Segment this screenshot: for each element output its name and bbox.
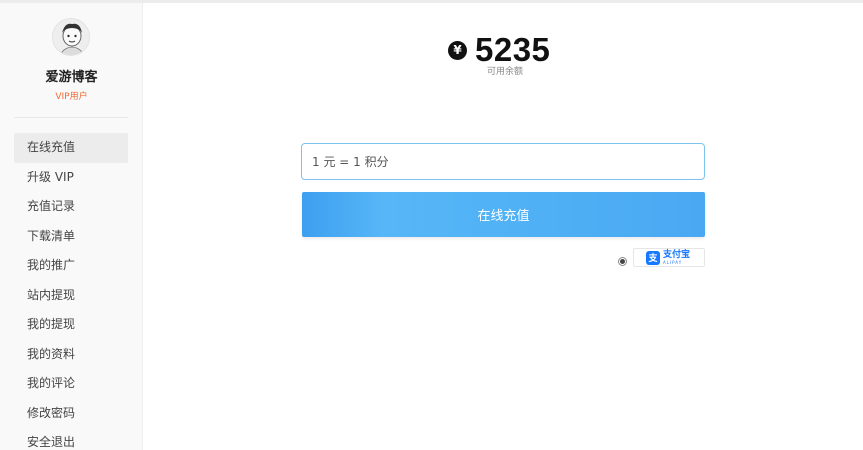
alipay-option[interactable]: 支 支付宝 ALIPAY [633, 248, 705, 267]
sidebar: 爱游博客 VIP用户 在线充值 升级 VIP 充值记录 下载清单 我的推广 站内… [0, 3, 143, 450]
menu-item-my-profile[interactable]: 我的资料 [14, 340, 128, 370]
radio-selected-dot [620, 259, 625, 264]
menu-item-my-promotion[interactable]: 我的推广 [14, 251, 128, 281]
alipay-label-cn: 支付宝 [663, 249, 691, 260]
payment-radio[interactable] [618, 257, 627, 266]
menu-item-site-withdraw[interactable]: 站内提现 [14, 281, 128, 311]
recharge-amount-input[interactable] [301, 143, 705, 180]
alipay-label-en: ALIPAY [663, 259, 683, 265]
sidebar-divider [14, 117, 128, 118]
sidebar-menu: 在线充值 升级 VIP 充值记录 下载清单 我的推广 站内提现 我的提现 我的资… [14, 133, 128, 450]
menu-item-recharge-records[interactable]: 充值记录 [14, 192, 128, 222]
yen-icon: ¥ [448, 40, 467, 60]
menu-item-online-recharge[interactable]: 在线充值 [14, 133, 128, 163]
vip-badge: VIP用户 [55, 92, 88, 102]
menu-item-my-comments[interactable]: 我的评论 [14, 369, 128, 399]
alipay-label: 支付宝 ALIPAY [663, 249, 691, 265]
recharge-button[interactable]: 在线充值 [302, 192, 705, 237]
menu-item-upgrade-vip[interactable]: 升级 VIP [14, 163, 128, 193]
menu-item-download-list[interactable]: 下载清单 [14, 222, 128, 252]
avatar[interactable] [52, 18, 90, 56]
menu-item-my-withdrawals[interactable]: 我的提现 [14, 310, 128, 340]
balance-label: 可用余额 [486, 67, 523, 77]
username: 爱游博客 [45, 70, 98, 85]
menu-item-change-password[interactable]: 修改密码 [14, 399, 128, 429]
alipay-icon: 支 [646, 250, 660, 265]
avatar-illustration [53, 19, 89, 55]
menu-item-logout[interactable]: 安全退出 [14, 428, 128, 450]
